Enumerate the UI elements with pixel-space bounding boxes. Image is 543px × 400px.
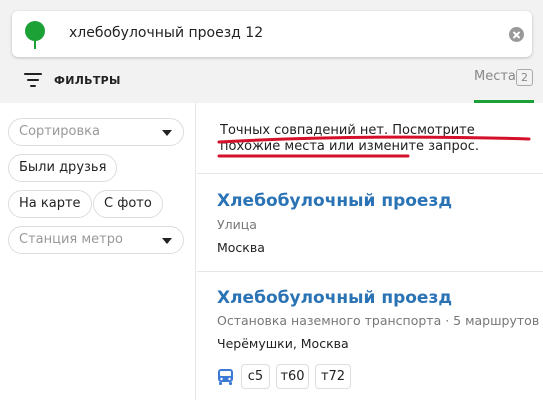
- filter-icon: [24, 73, 42, 87]
- chevron-down-icon: [162, 130, 172, 136]
- been-friends-chip[interactable]: Были друзья: [8, 154, 118, 182]
- tab-places-count: 2: [516, 69, 533, 86]
- bus-icon: [218, 369, 233, 385]
- route-badge[interactable]: с5: [241, 364, 270, 389]
- 2gis-logo-icon: [25, 21, 45, 49]
- result-city: Москва: [217, 240, 265, 255]
- filters-button[interactable]: ФИЛЬТРЫ: [24, 69, 121, 91]
- no-exact-match-notice: Точных совпадений нет. Посмотрите похожи…: [220, 123, 480, 154]
- filters-sidebar: Сортировка Были друзья На карте С фото С…: [0, 103, 196, 400]
- divider: [197, 173, 543, 174]
- result-title[interactable]: Хлебобулочный проезд: [217, 191, 452, 211]
- on-map-chip[interactable]: На карте: [8, 190, 92, 218]
- with-photo-chip[interactable]: С фото: [93, 190, 163, 218]
- sort-dropdown-label: Сортировка: [19, 124, 100, 139]
- divider: [197, 271, 543, 272]
- metro-station-label: Станция метро: [19, 232, 123, 247]
- search-input[interactable]: хлебобулочный проезд 12: [69, 25, 263, 41]
- filters-label: ФИЛЬТРЫ: [54, 73, 121, 87]
- chevron-down-icon: [162, 238, 172, 244]
- metro-station-dropdown[interactable]: Станция метро: [8, 226, 184, 254]
- sort-dropdown[interactable]: Сортировка: [8, 118, 184, 146]
- route-badge[interactable]: т60: [276, 364, 309, 389]
- result-city: Черёмушки, Москва: [217, 336, 349, 351]
- clear-search-icon[interactable]: [509, 27, 524, 42]
- result-type: Улица: [217, 217, 257, 232]
- result-title[interactable]: Хлебобулочный проезд: [217, 288, 452, 308]
- route-badge[interactable]: т72: [315, 364, 351, 389]
- tab-places[interactable]: Места 2: [474, 66, 534, 103]
- search-bar[interactable]: хлебобулочный проезд 12: [12, 11, 532, 57]
- tab-places-label: Места: [474, 69, 516, 84]
- results-panel: Точных совпадений нет. Посмотрите похожи…: [197, 103, 543, 400]
- result-type: Остановка наземного транспорта · 5 маршр…: [217, 313, 540, 328]
- header: хлебобулочный проезд 12 ФИЛЬТРЫ Места 2: [0, 0, 543, 103]
